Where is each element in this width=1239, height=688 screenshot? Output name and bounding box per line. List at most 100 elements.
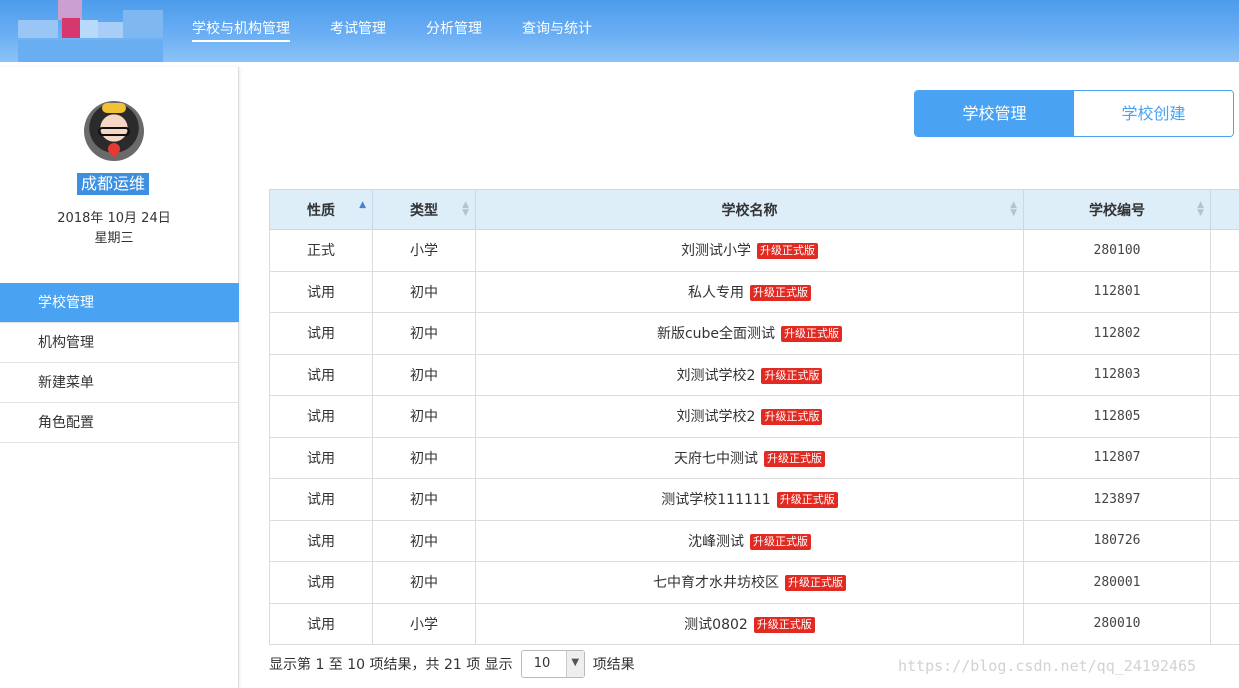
- sidebar: 成都运维 2018年 10月 24日 星期三 学校管理 机构管理 新建菜单 角色…: [0, 67, 239, 688]
- cell-extra: [1210, 436, 1239, 479]
- cell-school-name: 沈峰测试 升级正式版: [475, 519, 1024, 562]
- app-logo: [18, 0, 163, 62]
- cell-extra: [1210, 229, 1239, 272]
- upgrade-badge-button[interactable]: 升级正式版: [776, 492, 838, 509]
- col-header-school-code[interactable]: 学校编号 ▲ ▼: [1023, 189, 1211, 230]
- cell-type: 初中: [372, 436, 476, 479]
- watermark: https://blog.csdn.net/qq_24192465: [898, 657, 1197, 675]
- sort-icon: ▲ ▼: [1010, 200, 1017, 218]
- table-row[interactable]: 试用 初中 测试学校111111 升级正式版 123897: [269, 478, 1239, 521]
- cell-extra: [1210, 602, 1239, 645]
- cell-school-name: 刘测试小学 升级正式版: [475, 229, 1024, 272]
- school-table: 性质 ▲ 类型 ▲ ▼ 学校名称 ▲ ▼ 学校编号 ▲ ▼ 正式 小学 刘测试小学 升级正式…: [269, 189, 1239, 645]
- upgrade-badge-button[interactable]: 升级正式版: [757, 243, 818, 260]
- cell-type: 小学: [372, 229, 476, 272]
- cell-school-code: 180726: [1023, 519, 1211, 562]
- cell-school-name: 刘测试学校2 升级正式版: [475, 353, 1024, 396]
- chevron-down-icon: ▼: [565, 651, 584, 677]
- cell-nature: 试用: [269, 312, 373, 355]
- cell-nature: 试用: [269, 353, 373, 396]
- col-header-nature-label: 性质: [307, 202, 335, 219]
- sidebar-item-new-menu[interactable]: 新建菜单: [0, 363, 239, 403]
- upgrade-badge-button[interactable]: 升级正式版: [750, 533, 811, 550]
- cell-extra: [1210, 561, 1239, 604]
- tab-school-management[interactable]: 学校管理: [915, 91, 1074, 136]
- main-nav: 学校与机构管理 考试管理 分析管理 查询与统计: [192, 0, 632, 62]
- school-name: 沈峰测试: [688, 533, 744, 550]
- top-header: 学校与机构管理 考试管理 分析管理 查询与统计: [0, 0, 1239, 62]
- cell-type: 初中: [372, 519, 476, 562]
- cell-school-code: 280001: [1023, 561, 1211, 604]
- cell-school-code: 112803: [1023, 353, 1211, 396]
- tab-group: 学校管理 学校创建: [914, 90, 1234, 137]
- table-row[interactable]: 试用 初中 七中育才水井坊校区 升级正式版 280001: [269, 561, 1239, 604]
- cell-school-code: 112805: [1023, 395, 1211, 438]
- cell-type: 初中: [372, 478, 476, 521]
- sidebar-menu: 学校管理 机构管理 新建菜单 角色配置: [0, 283, 239, 443]
- cell-school-code: 123897: [1023, 478, 1211, 521]
- cell-school-name: 测试学校111111 升级正式版: [475, 478, 1024, 521]
- cell-school-name: 私人专用 升级正式版: [475, 270, 1024, 313]
- table-row[interactable]: 试用 初中 沈峰测试 升级正式版 180726: [269, 519, 1239, 562]
- cell-type: 初中: [372, 353, 476, 396]
- cell-school-code: 112802: [1023, 312, 1211, 355]
- cell-nature: 正式: [269, 229, 373, 272]
- cell-type: 小学: [372, 602, 476, 645]
- school-name: 刘测试学校2: [676, 409, 756, 426]
- cell-school-name: 新版cube全面测试 升级正式版: [475, 312, 1024, 355]
- table-row[interactable]: 试用 小学 测试0802 升级正式版 280010: [269, 602, 1239, 645]
- main-content: 学校管理 学校创建 性质 ▲ 类型 ▲ ▼ 学校名称 ▲ ▼ 学校编号 ▲ ▼ 正式小…: [254, 67, 1239, 688]
- avatar-heart: [105, 140, 123, 158]
- upgrade-badge-button[interactable]: 升级正式版: [785, 575, 846, 592]
- cell-school-code: 280100: [1023, 229, 1211, 272]
- table-row[interactable]: 试用 初中 天府七中测试 升级正式版 112807: [269, 436, 1239, 479]
- upgrade-badge-button[interactable]: 升级正式版: [750, 284, 811, 301]
- cell-nature: 试用: [269, 602, 373, 645]
- school-name: 新版cube全面测试: [656, 326, 776, 343]
- sort-asc-icon: ▲: [359, 200, 366, 210]
- school-name: 私人专用: [688, 284, 744, 301]
- upgrade-badge-button[interactable]: 升级正式版: [781, 326, 843, 343]
- table-row[interactable]: 试用 初中 私人专用 升级正式版 112801: [269, 270, 1239, 313]
- cell-extra: [1210, 519, 1239, 562]
- upgrade-badge-button[interactable]: 升级正式版: [761, 409, 823, 426]
- table-row[interactable]: 试用 初中 刘测试学校2 升级正式版 112805: [269, 395, 1239, 438]
- cell-type: 初中: [372, 270, 476, 313]
- tab-school-create[interactable]: 学校创建: [1074, 91, 1233, 136]
- page-size-select[interactable]: 10 ▼: [520, 650, 585, 678]
- upgrade-badge-button[interactable]: 升级正式版: [761, 367, 823, 384]
- nav-school-org[interactable]: 学校与机构管理: [192, 0, 290, 62]
- cell-extra: [1210, 353, 1239, 396]
- upgrade-badge-button[interactable]: 升级正式版: [753, 616, 815, 633]
- pagination-suffix: 项结果: [592, 657, 635, 673]
- username: 成都运维: [77, 173, 150, 195]
- school-name: 天府七中测试: [674, 450, 758, 467]
- col-header-school-name-label: 学校名称: [721, 202, 778, 219]
- cell-extra: [1210, 312, 1239, 355]
- cell-type: 初中: [372, 395, 476, 438]
- cell-extra: [1210, 270, 1239, 313]
- table-row[interactable]: 试用 初中 刘测试学校2 升级正式版 112803: [269, 353, 1239, 396]
- current-date: 2018年 10月 24日: [57, 211, 171, 226]
- cell-nature: 试用: [269, 478, 373, 521]
- upgrade-badge-button[interactable]: 升级正式版: [764, 450, 825, 467]
- sidebar-item-role-config[interactable]: 角色配置: [0, 403, 239, 443]
- sidebar-item-school-management[interactable]: 学校管理: [0, 283, 239, 323]
- nav-exam[interactable]: 考试管理: [330, 0, 386, 62]
- sort-icon: ▲ ▼: [462, 200, 469, 218]
- col-header-nature[interactable]: 性质 ▲: [269, 189, 373, 230]
- nav-analysis[interactable]: 分析管理: [426, 0, 482, 62]
- sidebar-item-org-management[interactable]: 机构管理: [0, 323, 239, 363]
- table-row[interactable]: 试用 初中 新版cube全面测试 升级正式版 112802: [269, 312, 1239, 355]
- pagination-text: 显示第 1 至 10 项结果，共 21 项 显示: [269, 657, 513, 673]
- col-header-type[interactable]: 类型 ▲ ▼: [372, 189, 476, 230]
- cell-nature: 试用: [269, 561, 373, 604]
- table-header-row: 性质 ▲ 类型 ▲ ▼ 学校名称 ▲ ▼ 学校编号 ▲ ▼: [269, 189, 1239, 230]
- nav-query-stats[interactable]: 查询与统计: [522, 0, 592, 62]
- col-header-school-name[interactable]: 学校名称 ▲ ▼: [475, 189, 1024, 230]
- cell-type: 初中: [372, 312, 476, 355]
- table-row[interactable]: 正式 小学 刘测试小学 升级正式版 280100: [269, 229, 1239, 272]
- avatar[interactable]: [84, 101, 144, 161]
- cell-nature: 试用: [269, 395, 373, 438]
- avatar-bow: [102, 103, 126, 113]
